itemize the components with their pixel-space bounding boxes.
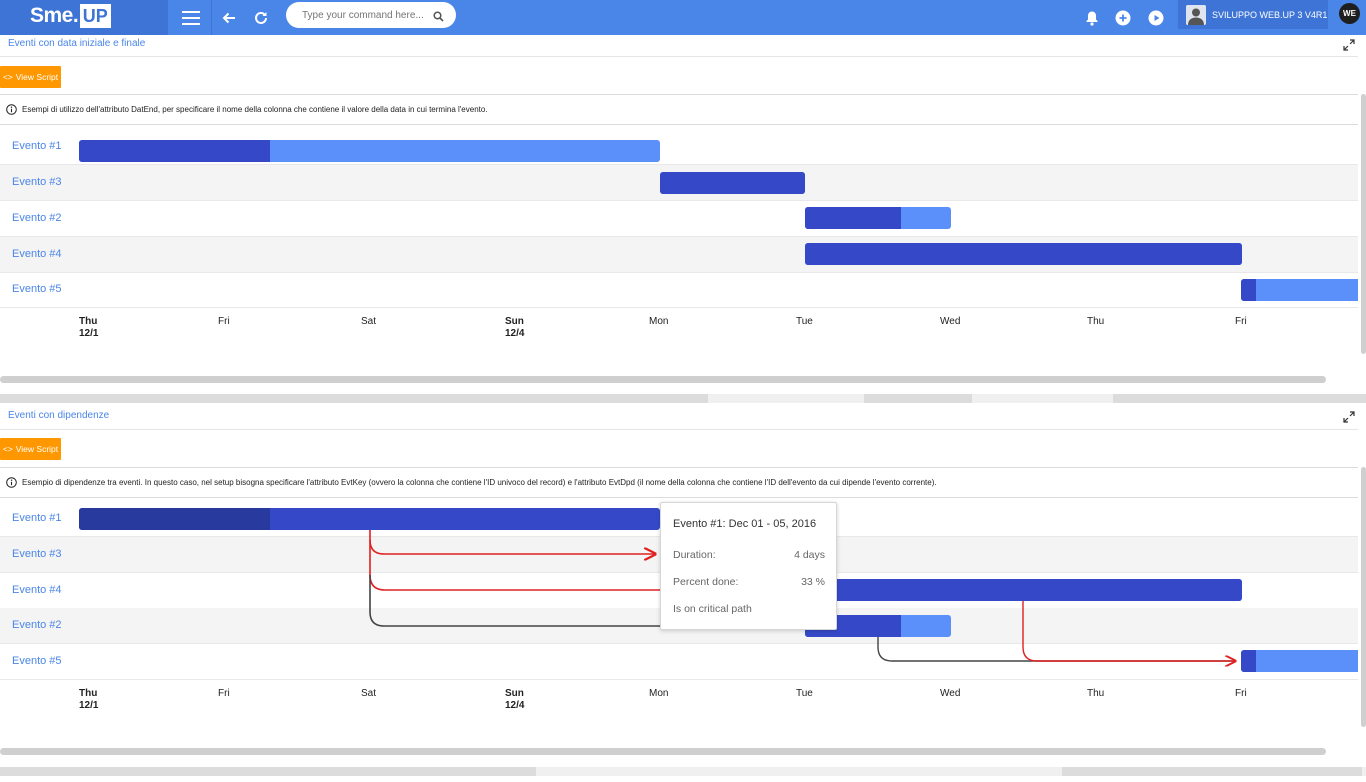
gantt-row[interactable]: Evento #4 — [0, 237, 1358, 273]
tooltip-critical: Is on critical path — [673, 603, 825, 615]
app-logo[interactable]: Sme. UP — [30, 2, 111, 30]
info-icon — [6, 477, 17, 488]
menu-icon[interactable] — [170, 0, 212, 35]
row-label: Evento #5 — [12, 655, 62, 667]
logo-dot: . — [72, 4, 79, 27]
logo-badge: UP — [79, 4, 111, 28]
event-tooltip: Evento #1: Dec 01 - 05, 2016 Duration: 4… — [660, 502, 837, 630]
logo-text: Sme — [30, 4, 73, 27]
vertical-scrollbar[interactable] — [1361, 94, 1366, 354]
info-row: Esempi di utilizzo dell'attributo DatEnd… — [0, 94, 1358, 125]
row-label: Evento #3 — [12, 548, 62, 560]
info-row: Esempio di dipendenze tra eventi. In que… — [0, 467, 1358, 498]
command-bar — [286, 2, 456, 28]
section-divider — [0, 429, 1358, 430]
tooltip-duration: Duration: 4 days — [673, 549, 825, 561]
expand-icon[interactable] — [1343, 38, 1355, 56]
axis-tick: Tue — [796, 316, 813, 327]
top-bar: Sme.UP SVILUPPO WEB.UP 3 V4R1 WE — [0, 0, 1366, 35]
row-label: Evento #1 — [12, 512, 62, 524]
view-script-button[interactable]: <> View Script — [0, 438, 61, 460]
gantt-row[interactable]: Evento #5 — [0, 644, 1358, 680]
section-separator — [0, 767, 1366, 776]
user-name: SVILUPPO WEB.UP 3 V4R1 — [1212, 9, 1328, 20]
gantt-bar[interactable] — [1241, 279, 1358, 301]
axis-tick: Fri — [218, 316, 230, 327]
tooltip-value: 33 % — [801, 576, 825, 588]
tooltip-title: Evento #1: Dec 01 - 05, 2016 — [673, 518, 817, 530]
add-circle-icon[interactable] — [1114, 0, 1132, 35]
gantt-row[interactable]: Evento #1 — [0, 129, 1358, 165]
tooltip-label: Percent done: — [673, 576, 739, 588]
logo-area: Sme. UP — [0, 0, 168, 35]
user-menu[interactable]: SVILUPPO WEB.UP 3 V4R1 — [1178, 0, 1328, 29]
axis-tick: Fri — [1235, 316, 1247, 327]
user-initials-badge[interactable]: WE — [1339, 3, 1360, 24]
refresh-icon[interactable] — [250, 0, 272, 35]
section-divider — [0, 56, 1358, 57]
gantt-row[interactable]: Evento #5 — [0, 272, 1358, 308]
axis-tick: Thu 12/1 — [79, 316, 99, 339]
bell-icon[interactable] — [1083, 0, 1101, 35]
horizontal-scrollbar[interactable] — [0, 748, 1358, 755]
gantt-bar[interactable] — [79, 140, 660, 162]
gantt-bar[interactable] — [1241, 650, 1358, 672]
timeline-axis: Thu 12/1 Fri Sat Sun 12/4 Mon Tue Wed Thu … — [0, 306, 1358, 368]
axis-tick: Thu 12/1 — [79, 688, 99, 711]
row-label: Evento #3 — [12, 176, 62, 188]
row-label: Evento #2 — [12, 212, 62, 224]
view-script-button[interactable]: <> View Script — [0, 66, 61, 88]
view-script-label: View Script — [15, 72, 59, 82]
expand-icon[interactable] — [1343, 410, 1355, 428]
gantt-bar[interactable] — [660, 172, 805, 194]
view-script-label: View Script — [15, 444, 59, 454]
tooltip-label: Duration: — [673, 549, 716, 561]
axis-tick: Sun 12/4 — [505, 688, 525, 711]
axis-tick: Fri — [218, 688, 230, 699]
row-label: Evento #1 — [12, 140, 62, 152]
row-label: Evento #4 — [12, 248, 62, 260]
row-label: Evento #2 — [12, 619, 62, 631]
gantt-bar[interactable] — [805, 207, 951, 229]
tooltip-label: Is on critical path — [673, 603, 752, 615]
code-icon: <> — [2, 72, 13, 82]
axis-tick: Sat — [361, 316, 377, 327]
code-icon: <> — [2, 444, 13, 454]
timeline-axis: Thu 12/1 Fri Sat Sun 12/4 Mon Tue Wed Thu … — [0, 678, 1358, 740]
axis-tick: Fri — [1235, 688, 1247, 699]
horizontal-scrollbar[interactable] — [0, 376, 1358, 383]
info-text: Esempio di dipendenze tra eventi. In que… — [22, 478, 937, 487]
gantt-bar[interactable] — [805, 579, 1242, 601]
section-1-title: Eventi con data iniziale e finale — [8, 38, 146, 49]
gantt-row[interactable]: Evento #3 — [0, 165, 1358, 201]
gantt-bar[interactable] — [805, 243, 1242, 265]
axis-tick: Mon — [649, 688, 669, 699]
play-circle-icon[interactable] — [1147, 0, 1165, 35]
axis-tick: Sat — [361, 688, 377, 699]
axis-tick: Mon — [649, 316, 669, 327]
axis-tick: Thu — [1087, 688, 1105, 699]
avatar — [1186, 4, 1206, 25]
row-label: Evento #4 — [12, 584, 62, 596]
back-arrow-icon[interactable] — [218, 0, 240, 35]
gantt-row[interactable]: Evento #2 — [0, 201, 1358, 237]
axis-tick: Wed — [940, 688, 961, 699]
section-2-title: Eventi con dipendenze — [8, 410, 110, 421]
vertical-scrollbar[interactable] — [1361, 467, 1366, 727]
axis-tick: Sun 12/4 — [505, 316, 525, 339]
info-icon — [6, 104, 17, 115]
row-label: Evento #5 — [12, 283, 62, 295]
gantt-bar[interactable] — [79, 508, 660, 530]
search-icon[interactable] — [433, 9, 444, 27]
command-input[interactable] — [302, 9, 427, 21]
section-separator — [0, 394, 1366, 403]
axis-tick: Tue — [796, 688, 813, 699]
tooltip-value: 4 days — [794, 549, 825, 561]
info-text: Esempi di utilizzo dell'attributo DatEnd… — [22, 105, 488, 114]
tooltip-percent: Percent done: 33 % — [673, 576, 825, 588]
axis-tick: Wed — [940, 316, 961, 327]
axis-tick: Thu — [1087, 316, 1105, 327]
